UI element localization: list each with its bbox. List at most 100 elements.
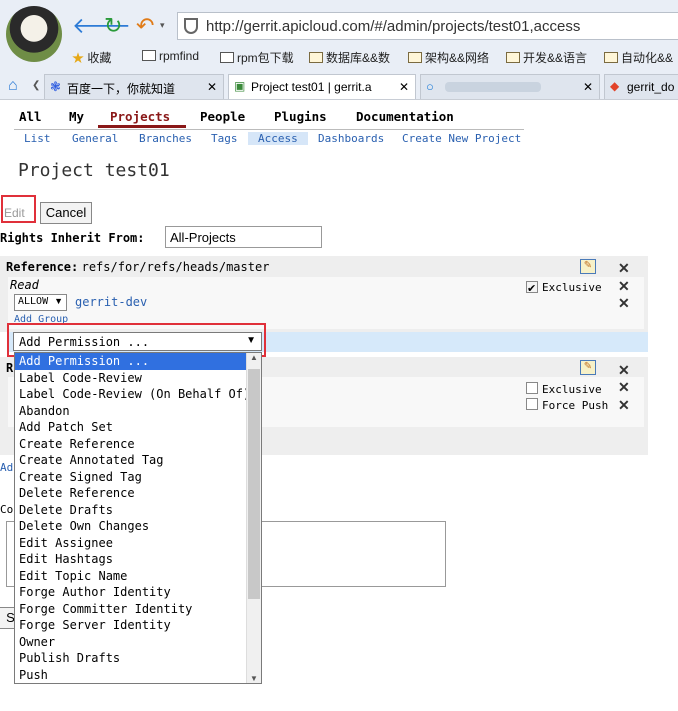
group-link[interactable]: gerrit-dev <box>75 295 147 309</box>
edit-reference-icon[interactable]: ✎ <box>580 360 596 375</box>
page-icon <box>220 52 234 63</box>
permission-option[interactable]: Abandon <box>15 403 261 420</box>
edit-button[interactable]: Edit <box>4 206 25 220</box>
chevron-left-icon[interactable]: ❮ <box>32 80 40 91</box>
force-push-checkbox[interactable] <box>526 398 538 410</box>
nav-my[interactable]: My <box>69 109 84 124</box>
subnav-access[interactable]: Access <box>248 132 308 145</box>
permission-option[interactable]: Delete Reference <box>15 485 261 502</box>
subnav-tags[interactable]: Tags <box>211 132 238 145</box>
permission-name: Read <box>10 278 39 292</box>
add-permission-select[interactable]: Add Permission ... ▼ <box>13 332 262 351</box>
tab-gerrit-doc[interactable]: ◆ gerrit_do <box>604 74 678 99</box>
permission-option[interactable]: Forge Server Identity <box>15 617 261 634</box>
scroll-up-icon[interactable]: ▲ <box>250 353 258 362</box>
delete-rule-icon[interactable]: ✕ <box>618 397 630 414</box>
permission-option[interactable]: Delete Own Changes <box>15 518 261 535</box>
reload-icon[interactable]: ↻ <box>104 14 122 38</box>
cancel-button[interactable]: Cancel <box>40 202 92 224</box>
exclusive-option-2[interactable]: Exclusive <box>526 382 602 396</box>
bookmark-rpm[interactable]: rpm包下载 <box>220 49 294 66</box>
address-url: http://gerrit.apicloud.com/#/admin/proje… <box>206 18 581 35</box>
bookmark-automation[interactable]: 自动化&& <box>604 49 673 66</box>
inherit-label: Rights Inherit From: <box>0 231 145 245</box>
tab-blurred[interactable]: ○ ✕ <box>420 74 600 99</box>
permission-option[interactable]: Label Code-Review <box>15 370 261 387</box>
exclusive-checkbox[interactable]: ✔ <box>526 281 538 295</box>
permission-option[interactable]: Edit Hashtags <box>15 551 261 568</box>
permission-option[interactable]: Delete Drafts <box>15 502 261 519</box>
gerrit-icon: ▣ <box>234 79 246 93</box>
undo-icon[interactable]: ↶ <box>136 14 154 38</box>
subnav-general[interactable]: General <box>72 132 118 145</box>
permission-option[interactable]: Edit Assignee <box>15 535 261 552</box>
close-icon[interactable]: ✕ <box>399 80 409 94</box>
exclusive-option[interactable]: ✔ Exclusive <box>526 281 602 295</box>
permission-option[interactable]: Owner <box>15 634 261 651</box>
inherit-input[interactable]: All-Projects <box>165 226 322 248</box>
gitlab-icon: ◆ <box>610 79 620 93</box>
add-permission-value: Add Permission ... <box>19 335 150 349</box>
add-reference-link[interactable]: Ad <box>0 461 13 474</box>
permission-option[interactable]: Forge Committer Identity <box>15 601 261 618</box>
folder-icon <box>604 52 618 63</box>
bookmark-dev[interactable]: 开发&&语言 <box>506 49 587 66</box>
subnav-list[interactable]: List <box>24 132 51 145</box>
rule-action-select[interactable]: ALLOW ▼ <box>14 294 67 311</box>
chevron-down-icon[interactable]: ▾ <box>160 20 165 31</box>
reference2-heading: R <box>6 361 14 375</box>
nav-projects[interactable]: Projects <box>110 109 170 124</box>
profile-avatar[interactable] <box>6 6 62 62</box>
folder-icon <box>408 52 422 63</box>
subnav-divider <box>14 129 524 130</box>
permission-option[interactable]: Push <box>15 667 261 684</box>
address-bar[interactable]: http://gerrit.apicloud.com/#/admin/proje… <box>177 12 678 40</box>
delete-permission-icon[interactable]: ✕ <box>618 278 630 295</box>
chevron-down-icon: ▼ <box>246 335 256 346</box>
shield-icon <box>184 18 198 34</box>
close-icon[interactable]: ✕ <box>583 80 593 94</box>
subnav-create-project[interactable]: Create New Project <box>402 132 521 145</box>
delete-permission-icon[interactable]: ✕ <box>618 379 630 396</box>
add-permission-dropdown[interactable]: Add Permission ... Label Code-Review Label… <box>14 352 262 684</box>
chevron-down-icon: ▼ <box>54 296 63 306</box>
permission-option[interactable]: Create Signed Tag <box>15 469 261 486</box>
permission-option[interactable]: Create Annotated Tag <box>15 452 261 469</box>
tab-project[interactable]: ▣ Project test01 | gerrit.a ✕ <box>228 74 416 99</box>
edit-reference-icon[interactable]: ✎ <box>580 259 596 274</box>
scroll-thumb[interactable] <box>248 369 260 599</box>
permission-option[interactable]: Forge Author Identity <box>15 584 261 601</box>
scroll-down-icon[interactable]: ▼ <box>250 674 258 683</box>
blurred-tab-title <box>445 82 541 92</box>
nav-active-underline <box>98 125 186 128</box>
delete-rule-icon[interactable]: ✕ <box>618 295 630 312</box>
home-icon[interactable]: ⌂ <box>8 77 18 95</box>
circle-icon: ○ <box>426 79 434 94</box>
permission-option[interactable]: Add Permission ... <box>15 353 261 370</box>
close-icon[interactable]: ✕ <box>207 80 217 94</box>
folder-icon <box>506 52 520 63</box>
tab-baidu[interactable]: ❃ 百度一下，你就知道 ✕ <box>44 74 224 99</box>
nav-people[interactable]: People <box>200 109 245 124</box>
permission-option[interactable]: Publish Drafts <box>15 650 261 667</box>
bookmark-favorites[interactable]: ★ 收藏 <box>72 49 111 66</box>
baidu-icon: ❃ <box>50 79 61 94</box>
nav-documentation[interactable]: Documentation <box>356 109 454 124</box>
force-push-option[interactable]: Force Push <box>526 398 608 412</box>
bookmark-database[interactable]: 数据库&&数 <box>309 49 390 66</box>
subnav-dashboards[interactable]: Dashboards <box>318 132 384 145</box>
reference-heading: Reference: refs/for/refs/heads/master <box>6 260 270 274</box>
dropdown-scrollbar[interactable]: ▲ ▼ <box>246 353 261 683</box>
delete-reference-icon[interactable]: ✕ <box>618 260 630 277</box>
nav-all[interactable]: All <box>19 109 42 124</box>
permission-option[interactable]: Create Reference <box>15 436 261 453</box>
exclusive-checkbox[interactable] <box>526 382 538 394</box>
subnav-branches[interactable]: Branches <box>139 132 192 145</box>
nav-plugins[interactable]: Plugins <box>274 109 327 124</box>
folder-icon <box>309 52 323 63</box>
permission-option[interactable]: Edit Topic Name <box>15 568 261 585</box>
bookmark-rpmfind[interactable]: rpmfind <box>142 49 199 63</box>
permission-option[interactable]: Label Code-Review (On Behalf Of) <box>15 386 261 403</box>
bookmark-architecture[interactable]: 架构&&网络 <box>408 49 489 66</box>
permission-option[interactable]: Add Patch Set <box>15 419 261 436</box>
